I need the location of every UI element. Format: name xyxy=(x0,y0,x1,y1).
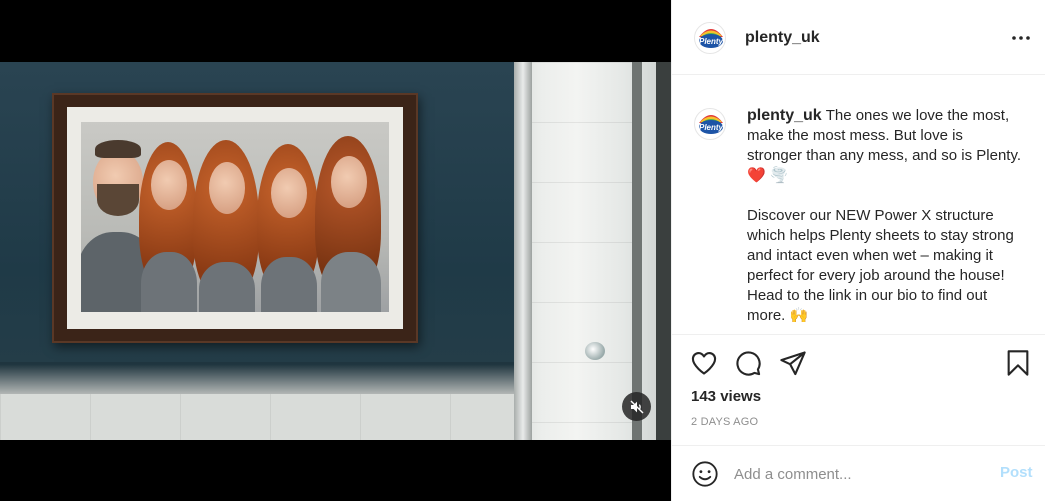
post-button[interactable]: Post xyxy=(1000,464,1033,481)
mute-button[interactable] xyxy=(622,392,651,421)
picture-frame xyxy=(52,93,418,343)
username-link[interactable]: plenty_uk xyxy=(747,107,822,124)
post-media[interactable] xyxy=(0,0,671,501)
view-count[interactable]: 143 views xyxy=(691,388,761,405)
more-options-icon xyxy=(1012,36,1030,40)
share-icon xyxy=(780,351,806,376)
post-header: Plenty plenty_uk xyxy=(672,0,1045,75)
heart-icon xyxy=(691,352,717,375)
avatar[interactable]: Plenty xyxy=(694,22,726,54)
caption-paragraph: Discover our NEW Power X structure which… xyxy=(747,207,1014,324)
family-photo xyxy=(81,122,389,312)
comment-button[interactable] xyxy=(734,349,764,379)
comment-icon xyxy=(736,351,761,376)
comment-input[interactable] xyxy=(734,462,984,486)
avatar[interactable]: Plenty xyxy=(694,108,726,140)
post-sidebar: Plenty plenty_uk Plenty plenty_uk The one… xyxy=(671,0,1045,501)
caption-text: plenty_uk The ones we love the most, make… xyxy=(747,106,1022,334)
emoji-icon xyxy=(692,461,718,487)
svg-text:Plenty: Plenty xyxy=(699,123,724,132)
svg-text:Plenty: Plenty xyxy=(699,37,724,46)
caption-paragraph: plenty_uk The ones we love the most, make… xyxy=(747,107,1022,184)
video-frame xyxy=(0,62,671,440)
share-button[interactable] xyxy=(779,349,809,379)
username-link[interactable]: plenty_uk xyxy=(745,29,820,47)
plenty-logo-icon: Plenty xyxy=(699,29,724,48)
save-button[interactable] xyxy=(1004,349,1034,379)
bookmark-icon xyxy=(1007,350,1029,376)
post-date[interactable]: 2 DAYS AGO xyxy=(691,416,758,428)
like-button[interactable] xyxy=(690,349,720,379)
plenty-logo-icon: Plenty xyxy=(699,115,724,134)
comment-bar: Post xyxy=(672,445,1045,501)
action-bar xyxy=(672,345,1045,385)
more-options-button[interactable] xyxy=(1010,30,1032,46)
caption-section: Plenty plenty_uk The ones we love the mos… xyxy=(672,76,1045,335)
volume-muted-icon xyxy=(629,399,644,414)
emoji-button[interactable] xyxy=(691,460,719,488)
